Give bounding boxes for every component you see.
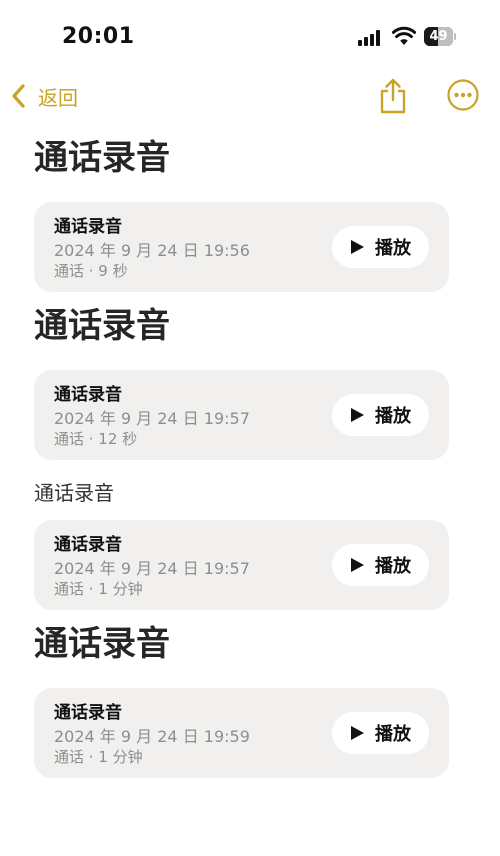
status-time: 20:01 [62,24,135,49]
status-bar: 20:01 49 [0,0,500,70]
play-icon [351,726,364,740]
back-button[interactable]: 返回 [8,78,78,114]
play-label: 播放 [375,724,411,745]
note-content: 通话录音 通话录音 2024 年 9 月 24 日 19:56 通话 · 9 秒… [0,124,500,778]
recording-title: 通话录音 [54,217,122,237]
recording-meta: 通话 · 12 秒 [54,430,138,448]
section-heading: 通话录音 [34,624,170,664]
section-heading: 通话录音 [34,138,170,178]
play-button[interactable]: 播放 [332,394,429,436]
recording-section: 通话录音 通话录音 2024 年 9 月 24 日 19:57 通话 · 1 分… [34,478,500,610]
wifi-icon [392,26,416,45]
play-icon [351,408,364,422]
navigation-bar: 返回 [0,70,500,124]
play-icon [351,558,364,572]
more-ellipsis-icon[interactable] [446,78,480,112]
battery-icon: 49 [424,27,456,46]
back-label: 返回 [38,85,78,110]
chevron-left-icon [12,84,25,108]
recording-section: 通话录音 通话录音 2024 年 9 月 24 日 19:59 通话 · 1 分… [34,622,500,778]
play-label: 播放 [375,238,411,259]
recording-date: 2024 年 9 月 24 日 19:56 [54,241,250,260]
recording-meta: 通话 · 1 分钟 [54,580,143,598]
recording-card[interactable]: 通话录音 2024 年 9 月 24 日 19:57 通话 · 12 秒 播放 [34,370,449,460]
recording-title: 通话录音 [54,535,122,555]
play-button[interactable]: 播放 [332,544,429,586]
recording-title: 通话录音 [54,703,122,723]
share-icon[interactable] [376,76,410,116]
recording-date: 2024 年 9 月 24 日 19:57 [54,559,250,578]
play-button[interactable]: 播放 [332,226,429,268]
play-label: 播放 [375,406,411,427]
section-heading: 通话录音 [34,306,170,346]
play-icon [351,240,364,254]
recording-section: 通话录音 通话录音 2024 年 9 月 24 日 19:56 通话 · 9 秒… [34,136,500,292]
recording-card[interactable]: 通话录音 2024 年 9 月 24 日 19:56 通话 · 9 秒 播放 [34,202,449,292]
play-label: 播放 [375,556,411,577]
recording-section: 通话录音 通话录音 2024 年 9 月 24 日 19:57 通话 · 12 … [34,304,500,460]
recording-date: 2024 年 9 月 24 日 19:57 [54,409,250,428]
recording-meta: 通话 · 1 分钟 [54,748,143,766]
recording-title: 通话录音 [54,385,122,405]
recording-meta: 通话 · 9 秒 [54,262,128,280]
recording-card[interactable]: 通话录音 2024 年 9 月 24 日 19:57 通话 · 1 分钟 播放 [34,520,449,610]
play-button[interactable]: 播放 [332,712,429,754]
cellular-signal-icon [358,30,384,46]
recording-card[interactable]: 通话录音 2024 年 9 月 24 日 19:59 通话 · 1 分钟 播放 [34,688,449,778]
recording-date: 2024 年 9 月 24 日 19:59 [54,727,250,746]
section-heading: 通话录音 [34,481,114,505]
battery-percent: 49 [429,29,448,44]
